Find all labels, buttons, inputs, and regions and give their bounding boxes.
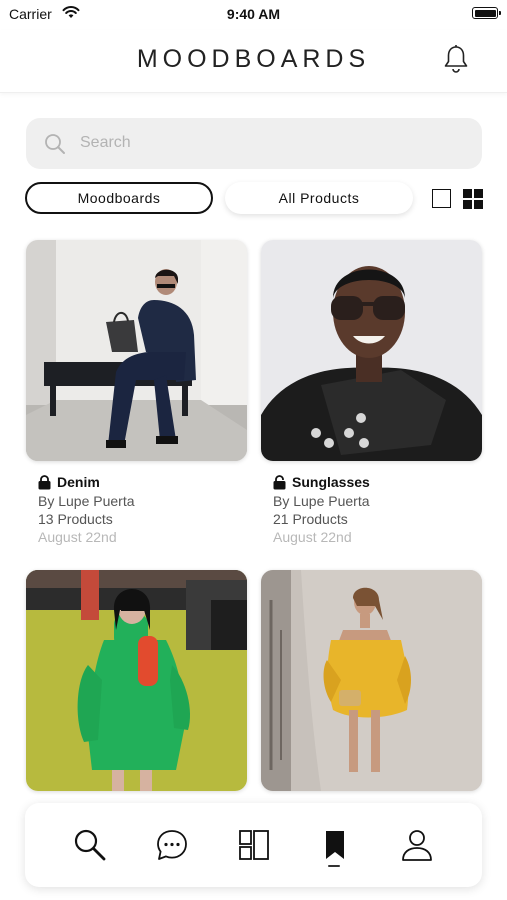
search-icon bbox=[74, 829, 106, 861]
moodboard-image[interactable] bbox=[261, 570, 482, 791]
search-input[interactable]: Search bbox=[26, 118, 482, 169]
tab-profile[interactable] bbox=[397, 825, 437, 865]
moodboard-author: By Lupe Puerta bbox=[273, 493, 370, 509]
unlock-icon bbox=[273, 474, 286, 489]
active-tab-indicator bbox=[328, 865, 340, 867]
status-bar: Carrier 9:40 AM bbox=[0, 0, 507, 30]
tab-bookmarks[interactable] bbox=[315, 825, 355, 865]
search-icon bbox=[45, 134, 65, 154]
app-header: MOODBOARDS bbox=[0, 30, 507, 93]
moodboard-title: Denim bbox=[38, 474, 100, 490]
chat-icon bbox=[157, 830, 187, 860]
bell-icon[interactable] bbox=[442, 44, 470, 74]
moodboard-date: August 22nd bbox=[38, 529, 117, 545]
single-view-icon[interactable] bbox=[432, 189, 451, 208]
moodboard-product-count: 13 Products bbox=[38, 511, 113, 527]
tab-moodboards[interactable]: Moodboards bbox=[25, 182, 213, 214]
profile-icon bbox=[402, 830, 432, 861]
tab-layout[interactable] bbox=[234, 825, 274, 865]
search-placeholder: Search bbox=[80, 134, 131, 151]
grid-view-icon[interactable] bbox=[463, 189, 483, 209]
moodboard-title-text: Denim bbox=[57, 474, 100, 490]
tab-chat[interactable] bbox=[152, 825, 192, 865]
moodboard-author: By Lupe Puerta bbox=[38, 493, 135, 509]
bottom-tab-bar bbox=[25, 803, 482, 887]
tab-search[interactable] bbox=[70, 825, 110, 865]
battery-icon bbox=[472, 7, 501, 19]
moodboard-product-count: 21 Products bbox=[273, 511, 348, 527]
moodboard-date: August 22nd bbox=[273, 529, 352, 545]
tab-all-products[interactable]: All Products bbox=[225, 182, 413, 214]
lock-icon bbox=[38, 474, 51, 489]
moodboard-image[interactable] bbox=[26, 240, 247, 461]
moodboard-image[interactable] bbox=[261, 240, 482, 461]
moodboard-title: Sunglasses bbox=[273, 474, 370, 490]
clock: 9:40 AM bbox=[226, 6, 281, 22]
bookmark-icon bbox=[326, 831, 344, 859]
page-title: MOODBOARDS bbox=[136, 45, 371, 73]
moodboard-image[interactable] bbox=[26, 570, 247, 791]
moodboard-title-text: Sunglasses bbox=[292, 474, 370, 490]
layout-icon bbox=[239, 830, 269, 860]
